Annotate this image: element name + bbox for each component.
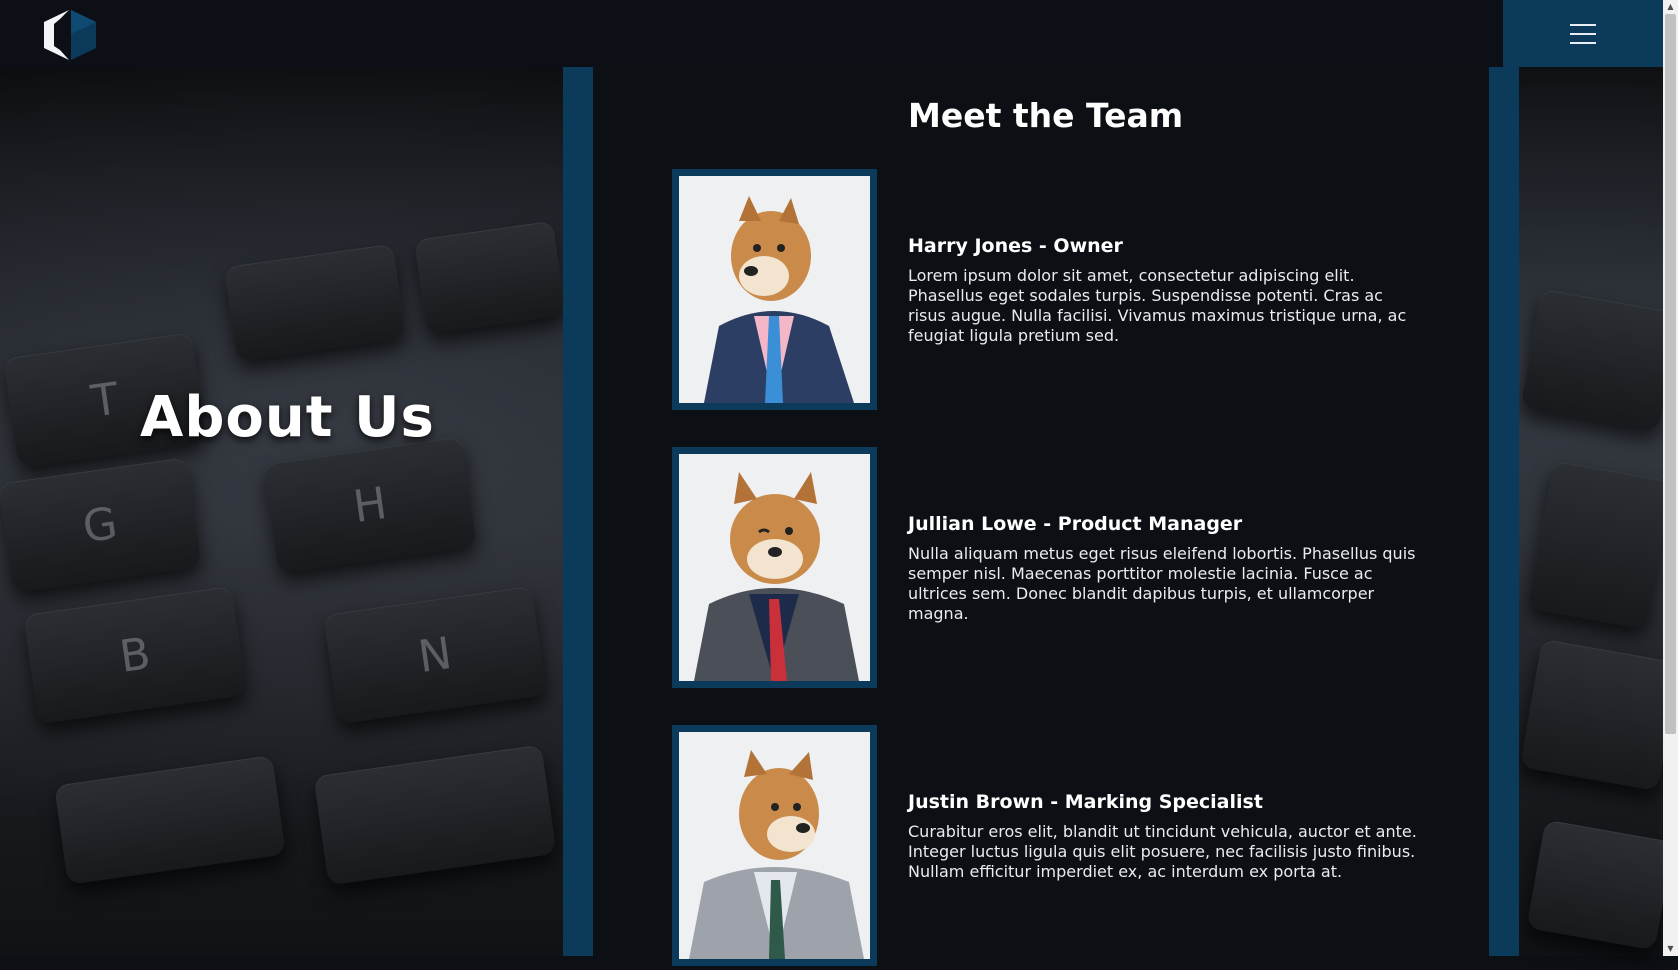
keyboard-key	[54, 755, 286, 885]
hexagon-logo-icon[interactable]	[38, 8, 104, 60]
keyboard-key	[1527, 460, 1673, 630]
member-bio: Nulla aliquam metus eget risus eleifend …	[908, 544, 1416, 623]
keyboard-key	[1520, 288, 1678, 432]
member-photo-frame	[672, 725, 877, 966]
keyboard-key	[414, 220, 566, 335]
keyboard-key	[313, 744, 557, 886]
top-navigation-bar	[0, 0, 1663, 67]
scrollbar-thumb[interactable]	[1665, 14, 1676, 734]
key-label: G	[79, 497, 121, 553]
keyboard-key	[224, 243, 406, 362]
keyboard-key-n: N	[323, 585, 547, 725]
member-photo-frame	[672, 169, 877, 410]
member-name: Jullian Lowe - Product Manager	[908, 513, 1243, 535]
keyboard-key	[1519, 638, 1678, 792]
keyboard-key	[1526, 819, 1674, 951]
key-label: B	[116, 627, 154, 683]
about-us-heading: About Us	[140, 385, 435, 450]
member-photo	[679, 732, 870, 959]
team-member-card: Jullian Lowe - Product Manager Nulla ali…	[672, 447, 1432, 692]
member-photo	[679, 454, 870, 681]
key-label: T	[88, 372, 122, 428]
keyboard-key-b: B	[23, 585, 247, 725]
member-bio: Curabitur eros elit, blandit ut tincidun…	[908, 822, 1417, 881]
meet-the-team-heading: Meet the Team	[908, 96, 1184, 135]
key-label: H	[350, 477, 390, 533]
scroll-up-arrow-icon[interactable]: ▲	[1663, 0, 1678, 14]
member-photo	[679, 176, 870, 403]
keyboard-key-g: G	[0, 457, 202, 593]
member-name: Justin Brown - Marking Specialist	[908, 791, 1263, 813]
key-label: N	[415, 627, 455, 683]
member-bio: Lorem ipsum dolor sit amet, consectetur …	[908, 266, 1407, 345]
scroll-down-arrow-icon[interactable]: ▼	[1663, 942, 1678, 956]
page-scrollbar[interactable]: ▲ ▼	[1663, 0, 1678, 956]
team-member-card: Justin Brown - Marking Specialist Curabi…	[672, 725, 1432, 970]
member-name: Harry Jones - Owner	[908, 235, 1123, 257]
team-member-card: Harry Jones - Owner Lorem ipsum dolor si…	[672, 169, 1432, 414]
hamburger-menu-button[interactable]	[1503, 0, 1663, 67]
hamburger-menu-icon	[1570, 23, 1596, 44]
member-photo-frame	[672, 447, 877, 688]
keyboard-key-h: H	[263, 436, 477, 574]
